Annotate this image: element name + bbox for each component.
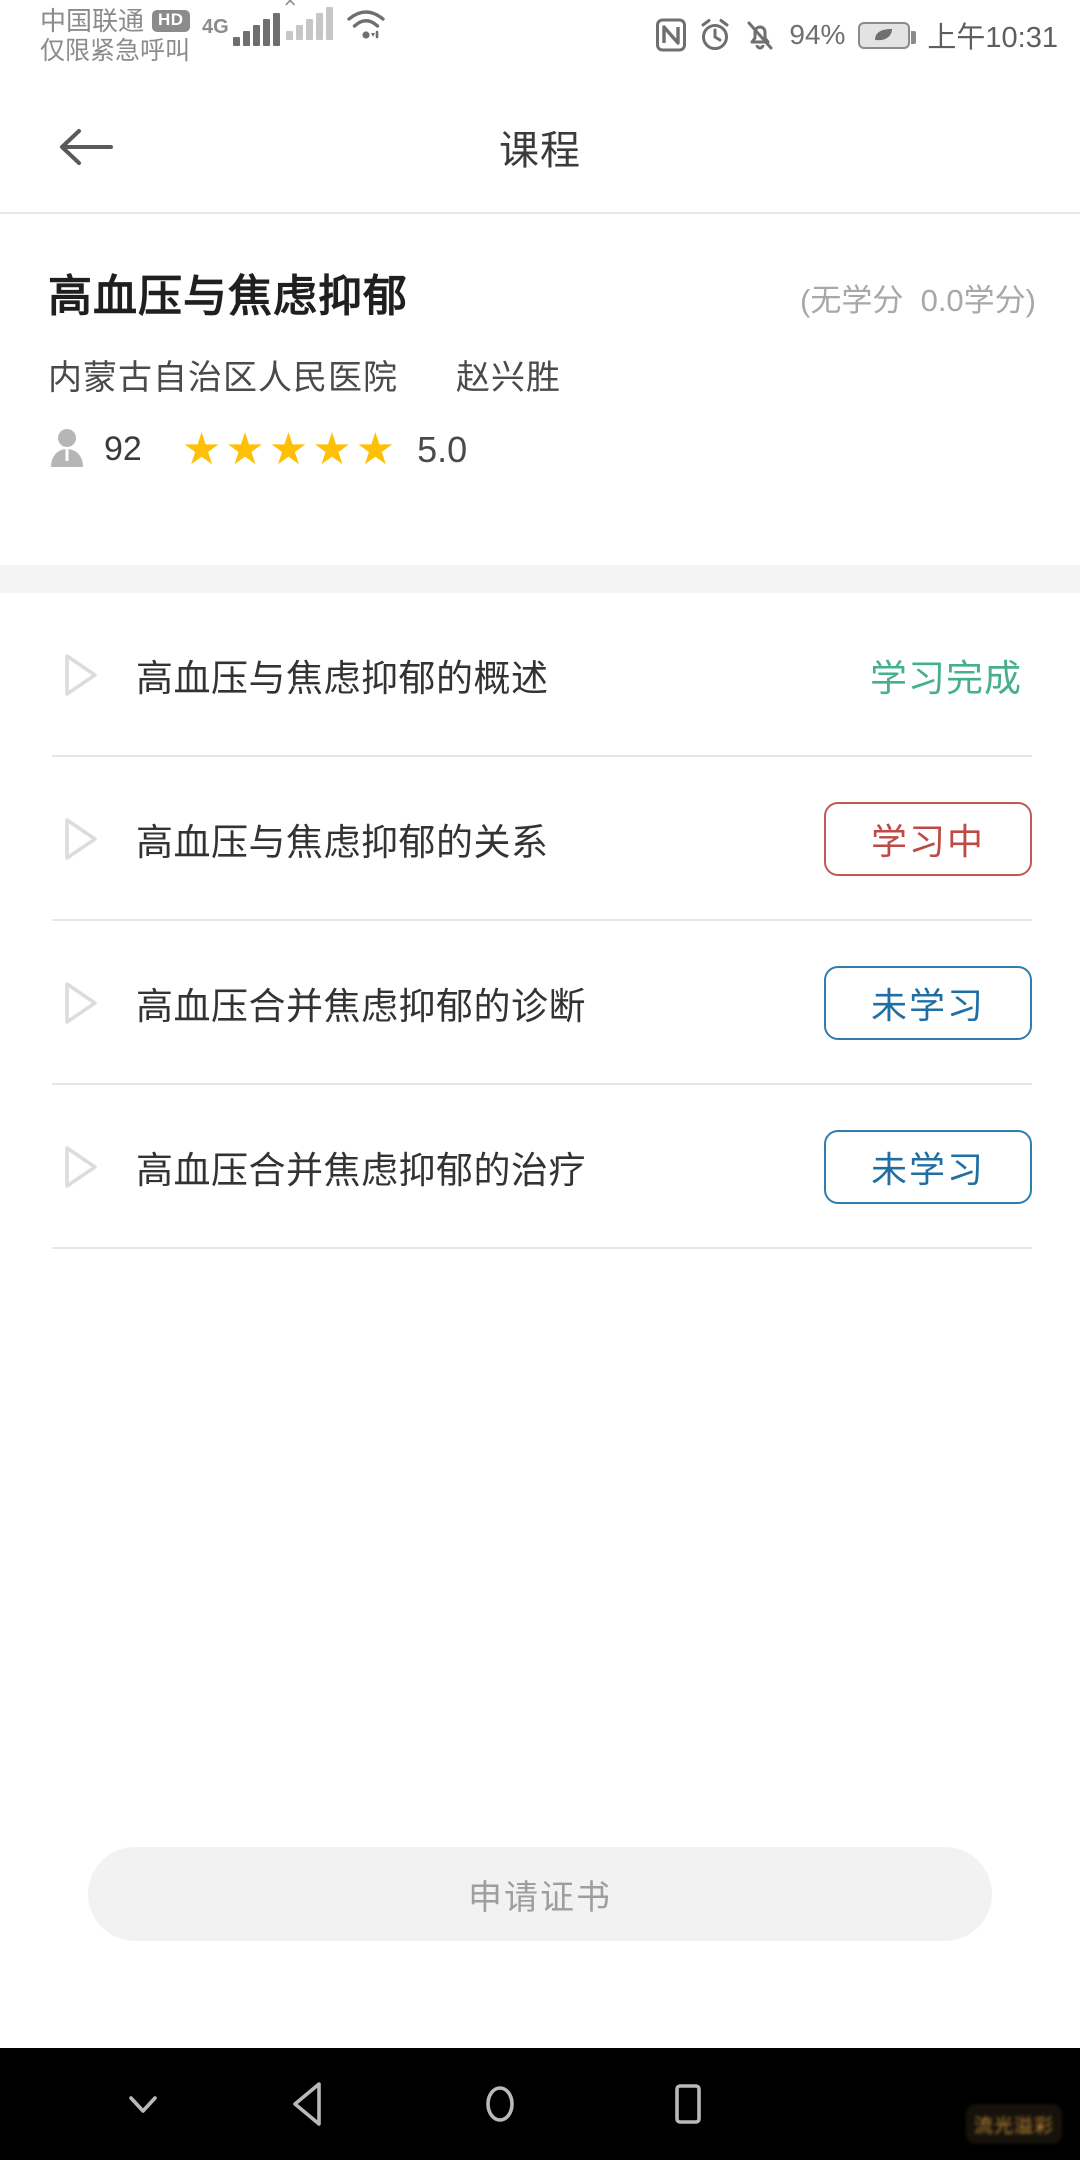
wifi-icon [345,8,387,47]
lesson-row[interactable]: 高血压合并焦虑抑郁的治疗 未学习 [0,1085,1080,1249]
arrow-left-icon [60,128,113,165]
lesson-title: 高血压合并焦虑抑郁的治疗 [136,1150,586,1191]
learner-count: 92 [104,430,142,468]
lesson-title: 高血压与焦虑抑郁的概述 [136,658,549,699]
phone-screen: 中国联通 HD 仅限紧急呼叫 4G × 94% 上午10:31 课程 高血压与焦… [0,0,1080,2160]
person-icon [48,427,86,472]
system-navigation-bar: 流光溢彩 [0,2048,1080,2160]
battery-percent: 94% [789,19,846,50]
square-recents-icon [675,2084,701,2124]
carrier-row: 中国联通 HD [40,6,190,37]
play-triangle-icon [56,650,108,700]
triangle-back-icon [293,2082,321,2126]
star-icon: ★ [181,424,222,474]
screen-recorder-watermark: 流光溢彩 [966,2104,1062,2144]
lesson-status-badge[interactable]: 未学习 [824,1130,1032,1204]
no-service-x-icon: × [283,0,297,13]
lesson-status-badge[interactable]: 未学习 [824,966,1032,1040]
course-stats-row: 92 ★ ★ ★ ★ ★ 5.0 [0,399,1080,472]
lesson-row[interactable]: 高血压合并焦虑抑郁的诊断 未学习 [0,921,1080,1085]
course-organization: 内蒙古自治区人民医院 [48,359,398,397]
circle-home-icon [486,2086,514,2122]
signal-bars-icon [232,12,280,46]
app-bar: 课程 [0,80,1080,213]
lesson-title: 高血压合并焦虑抑郁的诊断 [136,986,586,1027]
hd-badge: HD [152,10,190,33]
lesson-title: 高血压与焦虑抑郁的关系 [136,822,549,863]
rating-score: 5.0 [417,428,468,470]
page-title: 课程 [499,128,581,173]
carrier-name: 中国联通 [40,6,145,36]
lesson-row[interactable]: 高血压与焦虑抑郁的概述 学习完成 [0,593,1080,757]
battery-power-saving-leaf-icon [858,21,917,49]
course-title-row: 高血压与焦虑抑郁 (无学分 0.0学分) [0,214,1080,324]
emergency-calls-only-text: 仅限紧急呼叫 [40,36,191,65]
hide-navbar-button[interactable] [98,2048,188,2160]
course-header: 高血压与焦虑抑郁 (无学分 0.0学分) 内蒙古自治区人民医院 赵兴胜 92 ★… [0,214,1080,472]
play-triangle-icon [56,978,108,1028]
nfc-icon [656,18,687,52]
lesson-status: 学习中 [824,802,1032,876]
carrier-block: 中国联通 HD 仅限紧急呼叫 [40,6,190,66]
lesson-status: 未学习 [824,966,1032,1040]
nav-recents-button[interactable] [642,2048,732,2160]
section-separator [0,565,1080,593]
star-icon: ★ [225,424,265,474]
star-icon: ★ [312,424,352,474]
chevron-down-icon [129,2096,157,2113]
star-icon: ★ [268,424,309,474]
network-type-label: 4G [202,16,229,38]
signal-group-2: × [284,0,333,40]
course-org-row: 内蒙古自治区人民医院 赵兴胜 [0,324,1080,399]
lesson-status-badge[interactable]: 学习中 [824,802,1032,876]
lesson-status-text: 学习完成 [870,658,1022,699]
alarm-clock-icon [699,18,731,52]
status-bar-clock: 上午10:31 [927,22,1058,54]
lesson-list: 高血压与焦虑抑郁的概述 学习完成 高血压与焦虑抑郁的关系 学习中 高血压合并焦虑… [0,593,1080,1249]
lesson-status: 未学习 [824,1130,1032,1204]
rating-stars: ★ ★ ★ ★ ★ [181,424,396,474]
lesson-row[interactable]: 高血压与焦虑抑郁的关系 学习中 [0,757,1080,921]
status-bar-right: 94% 上午10:31 [656,6,1058,56]
nav-home-button[interactable] [455,2048,545,2160]
bell-muted-icon [744,18,776,52]
back-button[interactable] [46,107,126,187]
play-triangle-icon [56,1142,108,1192]
apply-certificate-button[interactable]: 申请证书 [88,1847,992,1941]
star-icon: ★ [355,424,396,474]
signal-group-1: 4G [202,6,280,46]
status-bar: 中国联通 HD 仅限紧急呼叫 4G × 94% 上午10:31 [0,0,1080,80]
play-triangle-icon [56,814,108,864]
status-bar-left: 中国联通 HD 仅限紧急呼叫 4G × [40,0,387,66]
lesson-status: 学习完成 [870,648,1032,702]
nav-back-button[interactable] [264,2048,354,2160]
course-lecturer: 赵兴胜 [456,359,561,397]
course-title: 高血压与焦虑抑郁 [48,272,408,321]
course-credit: (无学分 0.0学分) [800,283,1036,318]
